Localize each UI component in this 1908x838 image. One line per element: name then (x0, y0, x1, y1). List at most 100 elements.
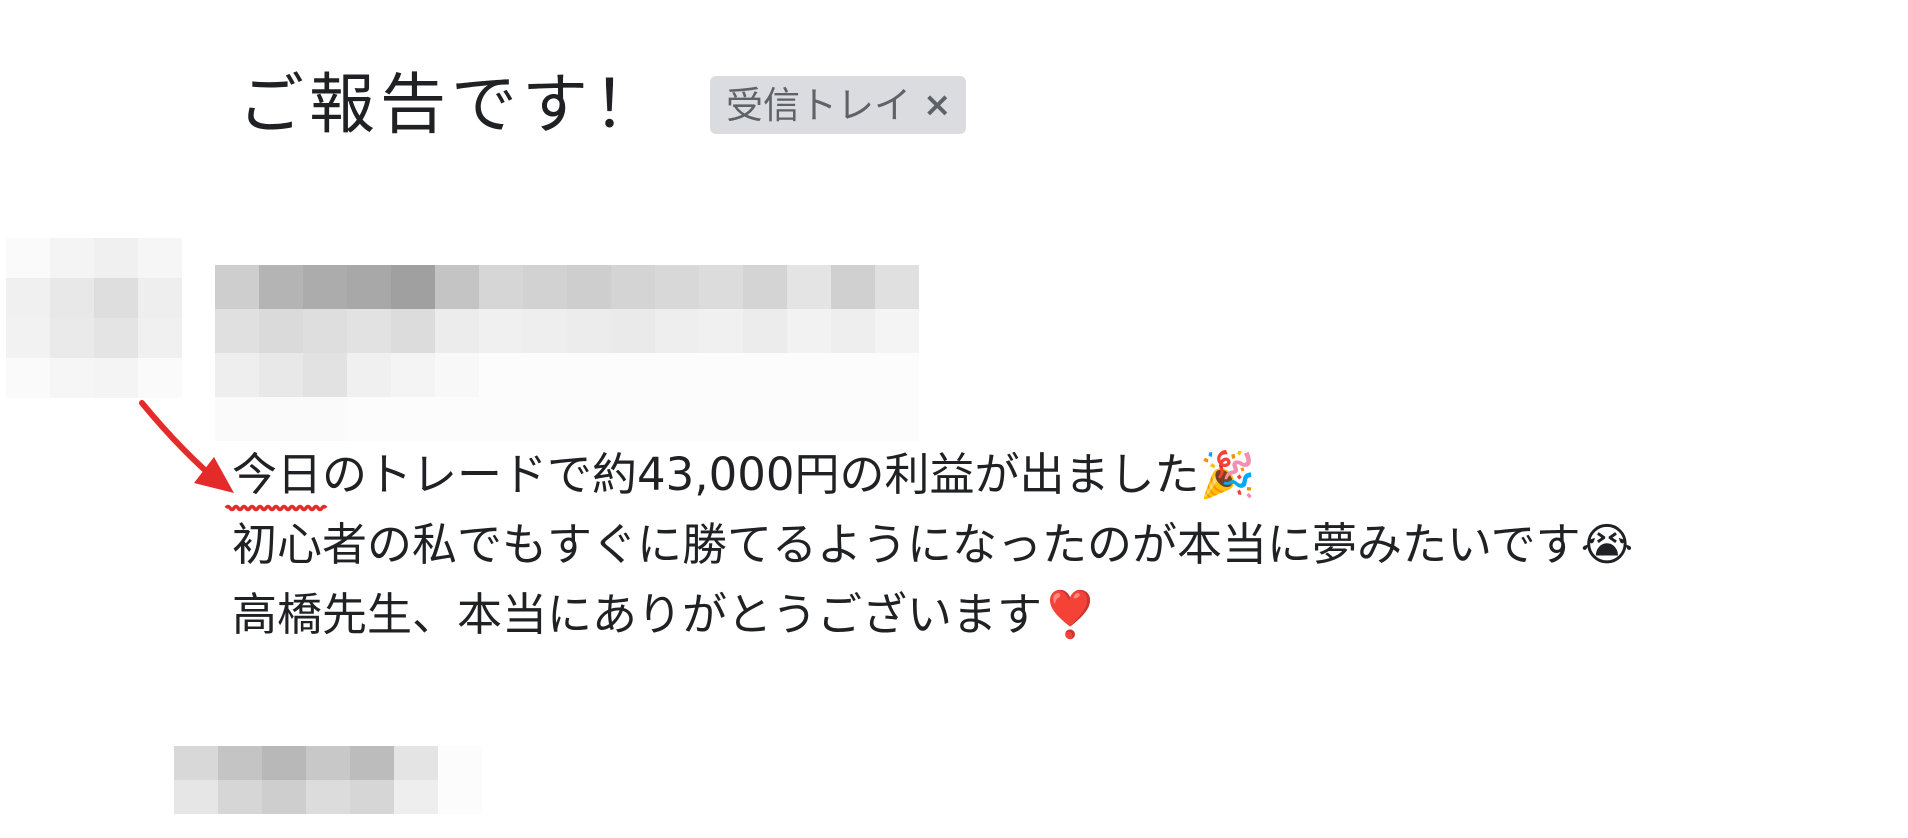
message-line-text: 高橋先生、本当にありがとうございます (232, 588, 1043, 641)
redaction-pixel (259, 309, 303, 353)
redaction-pixel (699, 309, 743, 353)
redaction-pixel (174, 780, 218, 814)
redaction-pixel (303, 397, 347, 441)
redaction-pixel (875, 265, 919, 309)
redaction-pixel (831, 265, 875, 309)
redaction-pixel (94, 238, 138, 278)
redaction-pixel (787, 353, 831, 397)
redaction-pixel (306, 746, 350, 780)
message-line-1: 今日のトレードで約43,000円の利益が出ました🎉 (232, 440, 1872, 510)
redaction-pixel (611, 309, 655, 353)
message-line-3: 高橋先生、本当にありがとうございます❣️ (232, 580, 1872, 650)
redaction-pixel (138, 238, 182, 278)
redaction-pixel (479, 353, 523, 397)
redaction-pixel (435, 309, 479, 353)
redaction-pixel (218, 780, 262, 814)
redaction-pixel (831, 353, 875, 397)
redaction-pixel (50, 318, 94, 358)
redaction-pixel (391, 397, 435, 441)
redaction-pixel (138, 358, 182, 398)
redaction-pixel (787, 265, 831, 309)
redaction-pixel (655, 265, 699, 309)
sender-info-redacted (215, 265, 919, 441)
sender-avatar[interactable] (6, 238, 182, 398)
redaction-pixel (655, 397, 699, 441)
redaction-pixel (6, 358, 50, 398)
redaction-pixel (303, 265, 347, 309)
redaction-pixel (743, 309, 787, 353)
redaction-pixel (218, 746, 262, 780)
redaction-pixel (567, 309, 611, 353)
redaction-pixel (303, 353, 347, 397)
red-arrow-icon (139, 400, 234, 493)
redaction-pixel (94, 278, 138, 318)
message-line-2: 初心者の私でもすぐに勝てるようになったのが本当に夢みたいです😭 (232, 510, 1872, 580)
redaction-pixel (50, 278, 94, 318)
redaction-pixel (350, 780, 394, 814)
heart-exclamation-icon: ❣️ (1042, 588, 1099, 641)
redaction-pixel (875, 309, 919, 353)
message-line-text: 初心者の私でもすぐに勝てるようになったのが本当に夢みたいです (232, 518, 1581, 571)
redaction-pixel (6, 318, 50, 358)
redaction-pixel (138, 318, 182, 358)
redaction-pixel (347, 397, 391, 441)
message-line-text: 今日のトレードで約43,000円の利益が出ました (232, 448, 1200, 501)
redaction-pixel (831, 397, 875, 441)
party-popper-icon: 🎉 (1199, 448, 1256, 501)
redaction-pixel (303, 309, 347, 353)
redaction-pixel (262, 780, 306, 814)
redaction-pixel (215, 353, 259, 397)
redaction-pixel (6, 278, 50, 318)
redaction-pixel (611, 353, 655, 397)
redaction-pixel (699, 353, 743, 397)
remove-label-button[interactable]: × (923, 88, 952, 122)
redaction-pixel (138, 278, 182, 318)
redaction-pixel (479, 309, 523, 353)
redaction-pixel (259, 265, 303, 309)
redaction-pixel (875, 353, 919, 397)
label-chip-text: 受信トレイ (726, 83, 911, 127)
redaction-pixel (875, 397, 919, 441)
redaction-pixel (655, 309, 699, 353)
red-underline-annotation (226, 502, 326, 514)
redaction-pixel (523, 353, 567, 397)
redaction-pixel (787, 397, 831, 441)
redaction-pixel (391, 265, 435, 309)
redaction-pixel (347, 353, 391, 397)
redaction-pixel (655, 353, 699, 397)
redaction-pixel (611, 397, 655, 441)
redaction-pixel (699, 265, 743, 309)
redaction-pixel (567, 397, 611, 441)
redaction-pixel (699, 397, 743, 441)
redaction-pixel (94, 358, 138, 398)
redaction-pixel (394, 780, 438, 814)
redaction-pixel (174, 746, 218, 780)
redaction-pixel (787, 309, 831, 353)
redaction-pixel (259, 397, 303, 441)
redaction-pixel (259, 353, 303, 397)
redaction-pixel (435, 397, 479, 441)
redaction-pixel (215, 309, 259, 353)
redaction-pixel (391, 309, 435, 353)
redaction-pixel (435, 265, 479, 309)
redaction-pixel (743, 397, 787, 441)
redaction-pixel (479, 397, 523, 441)
redaction-pixel (391, 353, 435, 397)
redaction-pixel (347, 265, 391, 309)
email-body: 今日のトレードで約43,000円の利益が出ました🎉 初心者の私でもすぐに勝てるよ… (232, 440, 1872, 650)
redaction-pixel (435, 353, 479, 397)
redaction-pixel (347, 309, 391, 353)
email-subject-row: ご報告です！ 受信トレイ × (238, 60, 966, 150)
label-chip-inbox[interactable]: 受信トレイ × (710, 76, 966, 134)
redaction-pixel (215, 265, 259, 309)
redaction-pixel (611, 265, 655, 309)
redaction-pixel (523, 265, 567, 309)
email-subject: ご報告です！ (238, 66, 664, 143)
redaction-pixel (438, 780, 482, 814)
redaction-pixel (350, 746, 394, 780)
redaction-pixel (394, 746, 438, 780)
redaction-pixel (262, 746, 306, 780)
redaction-pixel (523, 397, 567, 441)
redaction-pixel (743, 265, 787, 309)
redaction-pixel (567, 353, 611, 397)
